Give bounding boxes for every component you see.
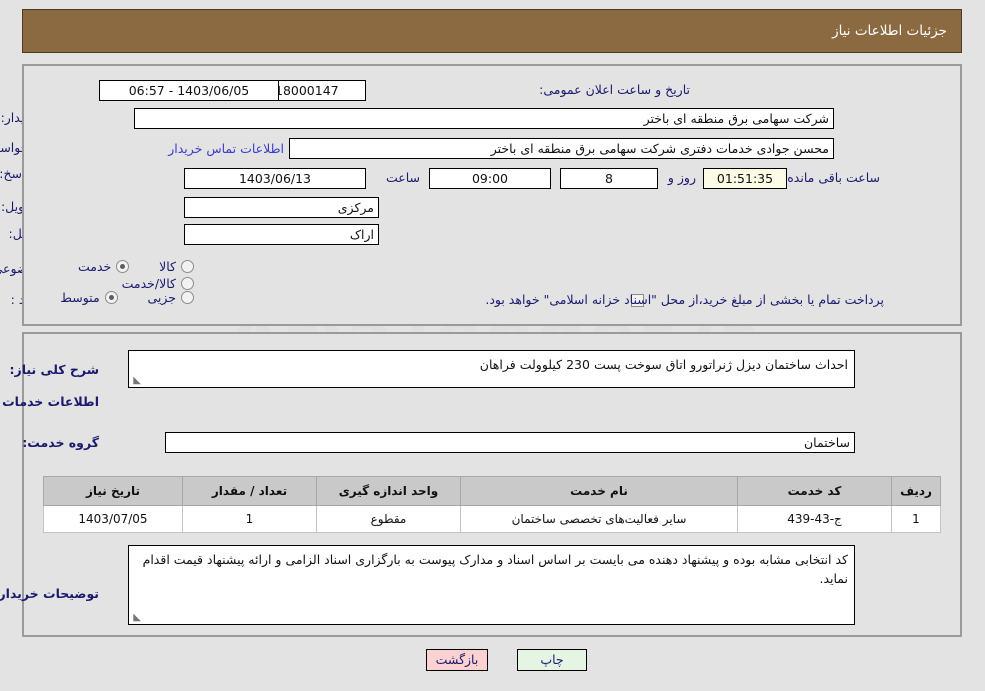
announce-datetime-label: تاریخ و ساعت اعلان عمومی:: [540, 82, 691, 97]
deadline-hour-label: ساعت: [386, 170, 421, 185]
category-option-kala[interactable]: کالا: [160, 259, 195, 274]
buyer-notes-value: کد انتخابی مشابه بوده و پیشنهاد دهنده می…: [143, 552, 849, 586]
process-radio-group: جزیی متوسط: [35, 290, 195, 307]
process-option-jozii[interactable]: جزیی: [148, 290, 195, 305]
announce-datetime-value: 1403/06/05 - 06:57: [100, 80, 280, 101]
general-desc-value: احداث ساختمان دیزل ژنراتورو اتاق سوخت پس…: [480, 357, 849, 372]
remaining-days-value: 8: [561, 168, 659, 189]
general-desc-label: شرح کلی نیاز:: [10, 362, 100, 377]
requester-value: محسن جوادی خدمات دفتری شرکت سهامی برق من…: [290, 138, 835, 159]
cell-date: 1403/07/05: [44, 505, 184, 533]
back-button[interactable]: بازگشت: [427, 649, 489, 671]
category-option-khedmat-label: خدمت: [79, 259, 113, 274]
radio-icon[interactable]: [105, 291, 119, 304]
cell-name: سایر فعالیت‌های تخصصی ساختمان: [461, 505, 739, 533]
process-option-motevaset[interactable]: متوسط: [61, 290, 119, 305]
buyer-notes-textarea[interactable]: کد انتخابی مشابه بوده و پیشنهاد دهنده می…: [129, 545, 856, 625]
deadline-time-value: 09:00: [430, 168, 552, 189]
buyer-notes-label: توضیحات خریدار:: [0, 586, 100, 601]
col-name: نام خدمت: [461, 476, 739, 506]
print-button[interactable]: چاپ: [518, 649, 588, 671]
buyer-org-value: شرکت سهامی برق منطقه ای باختر: [135, 108, 835, 129]
col-unit: واحد اندازه گیری: [317, 476, 462, 506]
category-option-khedmat[interactable]: خدمت: [79, 259, 131, 274]
deadline-date-value: 1403/06/13: [185, 168, 367, 189]
col-code: کد خدمت: [738, 476, 893, 506]
process-option-motevaset-label: متوسط: [61, 290, 101, 305]
resize-grip-icon[interactable]: ◣: [133, 376, 142, 386]
radio-icon[interactable]: [182, 277, 195, 290]
cell-quantity: 1: [183, 505, 318, 533]
page-title: جزئیات اطلاعات نیاز: [833, 23, 948, 39]
cell-unit: مقطوع: [317, 505, 462, 533]
services-section-heading: اطلاعات خدمات مورد نیاز: [0, 394, 100, 409]
category-option-kala-khedmat[interactable]: کالا/خدمت: [123, 276, 195, 291]
province-value: مرکزی: [185, 197, 380, 218]
cell-index: 1: [892, 505, 942, 533]
city-value: اراک: [185, 224, 380, 245]
category-radio-group: کالا خدمت کالا/خدمت: [0, 259, 195, 293]
process-option-jozii-label: جزیی: [148, 290, 177, 305]
remaining-days-label: روز و: [668, 170, 697, 185]
col-quantity: تعداد / مقدار: [183, 476, 318, 506]
service-group-label: گروه خدمت:: [23, 435, 100, 450]
announce-datetime-row: تاریخ و ساعت اعلان عمومی:: [540, 82, 691, 97]
services-table: ردیف کد خدمت نام خدمت واحد اندازه گیری ت…: [44, 476, 942, 533]
radio-icon[interactable]: [182, 291, 195, 304]
cell-code: ج-43-439: [738, 505, 893, 533]
category-option-kala-label: کالا: [160, 259, 177, 274]
col-date: تاریخ نیاز: [44, 476, 184, 506]
remaining-time-value: 01:51:35: [704, 168, 788, 189]
table-row: 1 ج-43-439 سایر فعالیت‌های تخصصی ساختمان…: [44, 505, 942, 533]
service-group-value: ساختمان: [166, 432, 856, 453]
remaining-time-label: ساعت باقی مانده: [788, 170, 881, 185]
category-option-kala-khedmat-label: کالا/خدمت: [122, 276, 177, 291]
treasury-checkbox-label: پرداخت تمام یا بخشی از مبلغ خرید،از محل …: [486, 292, 885, 307]
col-index: ردیف: [892, 476, 942, 506]
table-header-row: ردیف کد خدمت نام خدمت واحد اندازه گیری ت…: [44, 476, 942, 506]
buyer-contact-link[interactable]: اطلاعات تماس خریدار: [169, 141, 285, 156]
radio-icon[interactable]: [182, 260, 195, 273]
radio-icon[interactable]: [117, 260, 131, 273]
page-header-bar: جزئیات اطلاعات نیاز: [23, 9, 963, 53]
resize-grip-icon[interactable]: ◣: [133, 613, 142, 623]
general-desc-textarea[interactable]: احداث ساختمان دیزل ژنراتورو اتاق سوخت پس…: [129, 350, 856, 388]
